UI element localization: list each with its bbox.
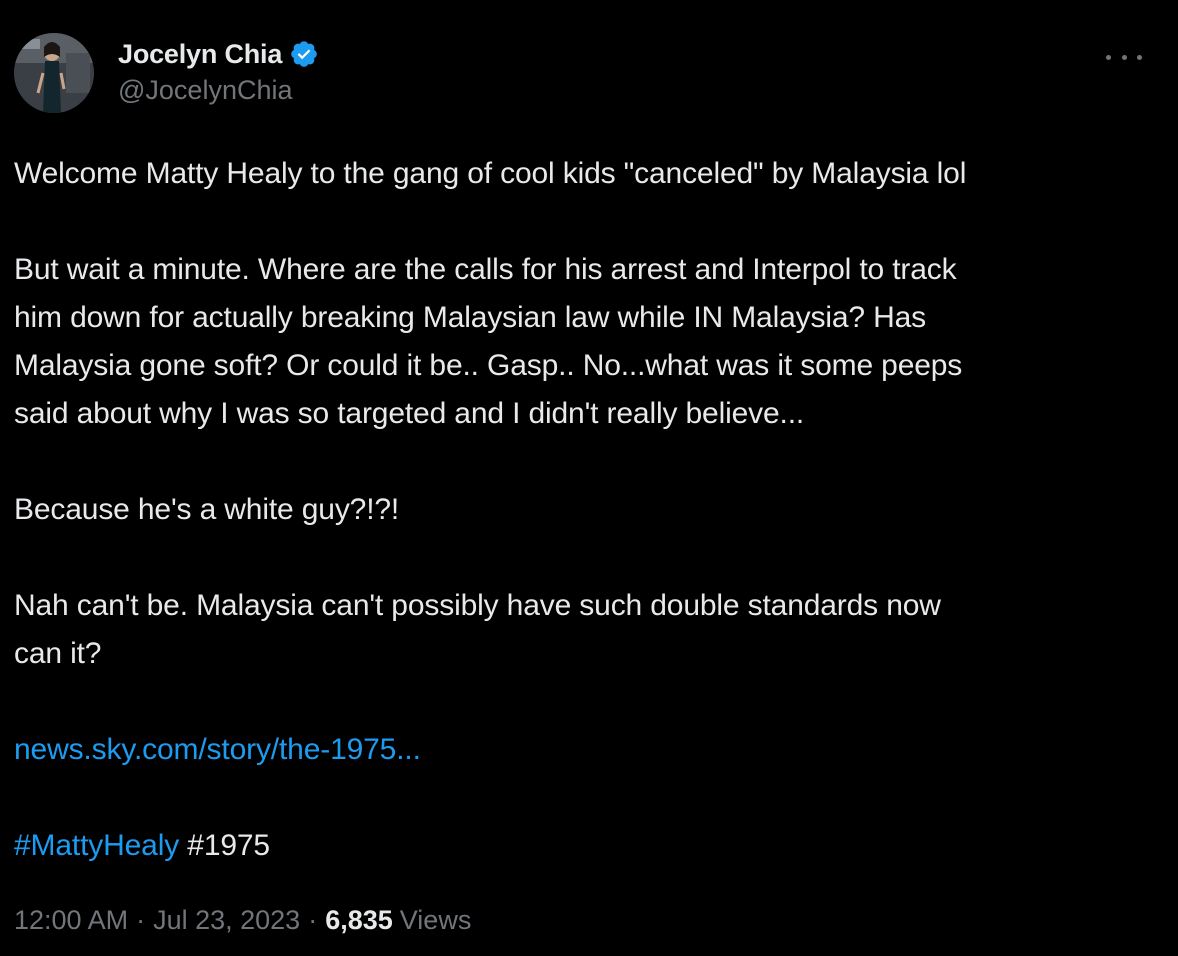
tweet-card: Jocelyn Chia @JocelynChia Welcome Matty … [0, 0, 1178, 956]
more-dot [1106, 54, 1111, 60]
author-names: Jocelyn Chia @JocelynChia [118, 35, 319, 106]
hashtag-paragraph: #MattyHealy #1975 [14, 822, 1164, 870]
more-options-icon[interactable] [1106, 47, 1142, 67]
tweet-paragraph: Nah can't be. Malaysia can't possibly ha… [14, 589, 941, 670]
article-link[interactable]: news.sky.com/story/the-1975... [14, 733, 421, 766]
hashtag-link[interactable]: #MattyHealy [14, 829, 179, 862]
tweet-time[interactable]: 12:00 AM [14, 905, 128, 936]
tweet-meta: 12:00 AM · Jul 23, 2023 · 6,835 Views [14, 898, 471, 942]
meta-separator: · [308, 904, 318, 935]
display-name[interactable]: Jocelyn Chia [118, 39, 282, 70]
avatar-photo-icon [14, 33, 94, 113]
tweet-text: Welcome Matty Healy to the gang of cool … [14, 150, 1164, 870]
verified-badge-icon[interactable] [289, 39, 319, 69]
author-handle[interactable]: @JocelynChia [118, 75, 319, 106]
meta-separator: · [136, 904, 146, 935]
tweet-paragraph: But wait a minute. Where are the calls f… [14, 253, 963, 430]
link-paragraph: news.sky.com/story/the-1975... [14, 726, 1164, 774]
avatar[interactable] [14, 33, 94, 113]
more-dot [1121, 54, 1127, 60]
views-count: 6,835 [325, 904, 393, 935]
views-label: Views [399, 904, 472, 935]
more-dot [1137, 54, 1142, 60]
tweet-paragraph: Welcome Matty Healy to the gang of cool … [14, 157, 967, 190]
display-name-row: Jocelyn Chia [118, 35, 319, 73]
hashtag-plain: #1975 [187, 829, 270, 862]
tweet-date[interactable]: Jul 23, 2023 [153, 905, 300, 936]
tweet-header: Jocelyn Chia @JocelynChia [14, 33, 1164, 113]
tweet-paragraph: Because he's a white guy?!?! [14, 493, 400, 526]
